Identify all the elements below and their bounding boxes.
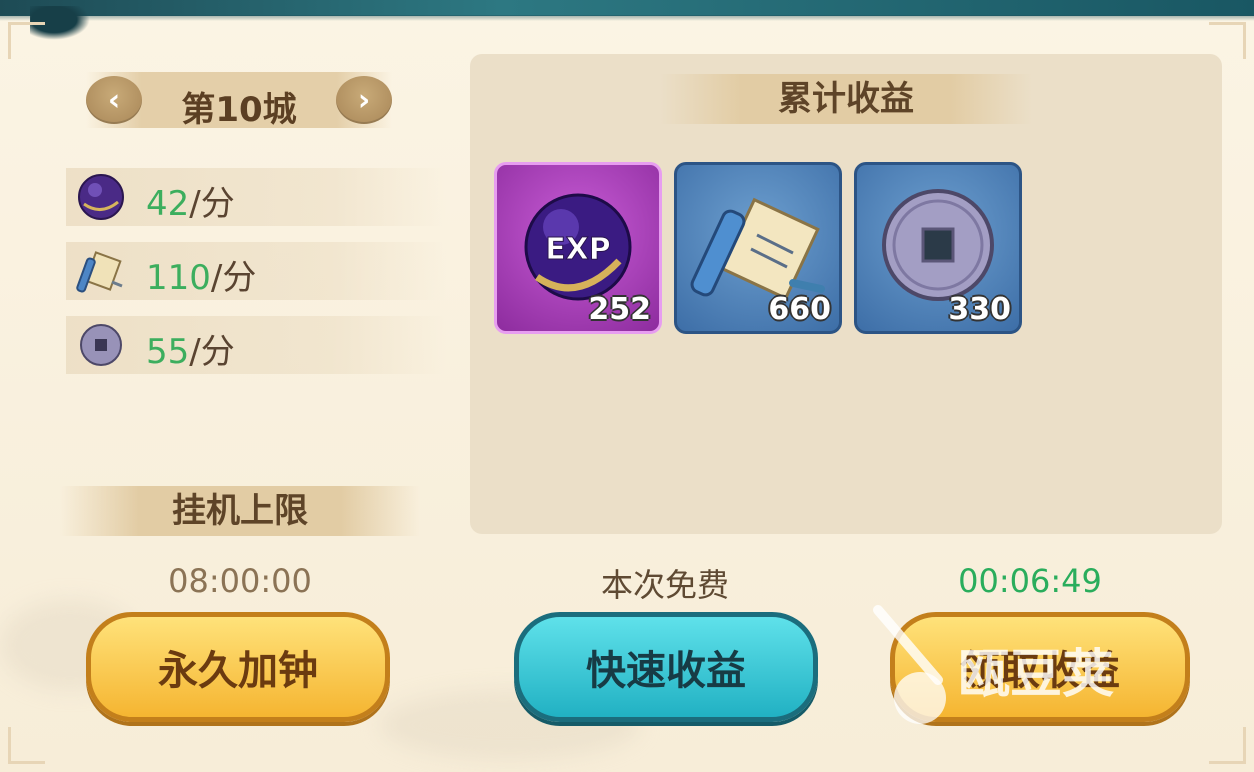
idle-limit-banner: 挂机上限	[60, 486, 420, 536]
exp-orb-icon	[78, 174, 124, 220]
watermark-logo: 瓯豆荚	[873, 605, 1114, 724]
claim-timer: 00:06:49	[958, 562, 1102, 600]
idle-earnings-panel: ‹ 第10城 › 42/分 110/分 55/分 挂机上限 08:00:00 累…	[0, 0, 1254, 772]
rate-value: 55	[146, 332, 190, 372]
permanent-extend-button[interactable]: 永久加钟	[86, 612, 390, 722]
rate-unit: /分	[189, 332, 235, 372]
reward-quantity: 252	[588, 292, 651, 327]
rate-row-coin: 55/分	[66, 316, 446, 374]
rate-value: 42	[146, 184, 190, 224]
rate-unit: /分	[189, 184, 235, 224]
idle-limit-time: 08:00:00	[168, 562, 312, 600]
corner-ornament	[1209, 727, 1246, 764]
quick-earnings-caption: 本次免费	[600, 566, 729, 604]
corner-ornament	[8, 22, 45, 59]
scroll-icon	[76, 251, 123, 293]
chevron-right-icon: ›	[357, 82, 371, 118]
chevron-left-icon: ‹	[107, 82, 121, 118]
next-city-button[interactable]: ›	[336, 76, 392, 124]
city-label: 第10城	[181, 90, 297, 130]
prev-city-button[interactable]: ‹	[86, 76, 142, 124]
earnings-title: 累计收益	[778, 79, 914, 119]
reward-quantity: 660	[768, 292, 831, 327]
city-selector: ‹ 第10城 ›	[86, 72, 392, 130]
top-border	[0, 0, 1254, 21]
quick-earnings-button[interactable]: 快速收益	[514, 612, 818, 722]
corner-ornament	[1209, 22, 1246, 59]
rate-value: 110	[146, 258, 211, 298]
corner-ornament	[8, 727, 45, 764]
earnings-panel: 累计收益 EXP 252 660 330	[470, 54, 1222, 534]
reward-slot-exp[interactable]: EXP 252	[494, 162, 662, 334]
reward-slot-coin[interactable]: 330	[854, 162, 1022, 334]
idle-limit-label: 挂机上限	[172, 491, 308, 531]
exp-label: EXP	[545, 232, 611, 267]
watermark-text: 瓯豆荚	[958, 645, 1114, 705]
reward-quantity: 330	[948, 292, 1011, 327]
coin-icon	[80, 324, 122, 366]
rate-unit: /分	[210, 258, 257, 298]
rate-row-exp: 42/分	[66, 168, 446, 226]
rate-row-scroll: 110/分	[66, 242, 446, 300]
reward-slot-scroll[interactable]: 660	[674, 162, 842, 334]
earnings-title-banner: 累计收益	[660, 74, 1032, 124]
